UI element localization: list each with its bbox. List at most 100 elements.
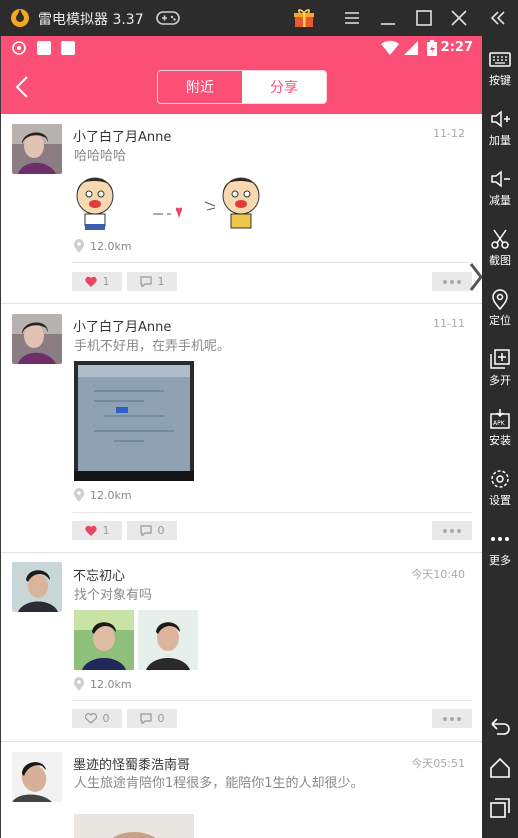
comment-button[interactable]: 1 — [127, 272, 177, 291]
sidebar-label: 安装 — [489, 434, 511, 447]
sidebar-item-volume-up[interactable]: 加量 — [482, 100, 518, 158]
settings-gear-icon — [491, 470, 509, 488]
post-location: 12.0km — [73, 677, 132, 691]
comment-bubble-icon — [139, 713, 152, 724]
sidebar-label: 定位 — [489, 314, 511, 327]
heart-filled-icon — [84, 276, 97, 287]
share-feed: 小了白了月Anne 11-12 哈哈哈哈 12.0km 1 1 小了白了月Ann… — [1, 114, 482, 838]
post-location: 12.0km — [73, 239, 132, 253]
like-button[interactable]: 1 — [72, 521, 122, 540]
post-text: 哈哈哈哈 — [74, 149, 127, 164]
signal-icon — [404, 41, 418, 55]
sidebar-label: 减量 — [489, 194, 511, 207]
volume-up-icon — [491, 110, 510, 128]
post-photo[interactable] — [74, 610, 134, 670]
post-date: 11-12 — [433, 127, 465, 140]
sidebar-item-multi-open[interactable]: 多开 — [482, 340, 518, 398]
notification-square-icon — [37, 41, 51, 55]
comment-count: 0 — [157, 524, 165, 537]
post-username[interactable]: 小了白了月Anne — [73, 126, 171, 145]
more-options-button[interactable] — [432, 272, 472, 291]
notification-app-icon — [12, 41, 26, 55]
post-text: 人生旅途肯陪你1程很多，能陪你1生的人却很少。 — [74, 776, 364, 791]
keyboard-icon — [489, 52, 511, 67]
sidebar-label: 设置 — [489, 494, 511, 507]
sidebar-label: 按键 — [489, 74, 511, 87]
side-panel-handle-icon[interactable] — [467, 262, 482, 292]
app-header: 附近 分享 — [1, 60, 482, 114]
post-photo[interactable] — [74, 814, 194, 838]
comment-button[interactable]: 0 — [127, 709, 177, 728]
sidebar-label: 截图 — [489, 254, 511, 267]
status-time: 2:27 — [440, 40, 473, 55]
post-photo[interactable] — [138, 610, 198, 670]
user-avatar[interactable] — [12, 124, 62, 174]
back-arrow-icon[interactable] — [13, 74, 33, 100]
location-pin-icon — [74, 239, 84, 253]
scissors-icon — [491, 229, 509, 249]
user-avatar[interactable] — [12, 314, 62, 364]
post-username[interactable]: 小了白了月Anne — [73, 316, 171, 335]
multi-open-icon — [490, 349, 510, 369]
user-avatar[interactable] — [12, 752, 62, 802]
feed-post: 不忘初心 今天10:40 找个对象有吗 12.0km 0 0 — [1, 553, 482, 742]
sticker-image[interactable] — [73, 172, 263, 232]
emulator-sidebar: 按键 加量 减量 截图 定位 多开 APK 安装 设置 更多 — [482, 36, 518, 838]
feed-post: 小了白了月Anne 11-12 哈哈哈哈 12.0km 1 1 — [1, 114, 482, 304]
android-statusbar: 2:27 — [1, 36, 482, 60]
post-divider — [72, 512, 472, 513]
sidebar-item-more[interactable]: 更多 — [482, 520, 518, 578]
sidebar-item-install-apk[interactable]: APK 安装 — [482, 400, 518, 458]
menu-icon[interactable] — [342, 8, 362, 28]
like-count: 0 — [102, 712, 110, 725]
tab-share[interactable]: 分享 — [242, 71, 326, 103]
post-username[interactable]: 墨迹的怪蜀黍浩南哥 — [73, 754, 190, 773]
post-username[interactable]: 不忘初心 — [73, 565, 125, 584]
gamepad-icon[interactable] — [156, 10, 180, 26]
sidebar-item-keymap[interactable]: 按键 — [482, 40, 518, 98]
comment-count: 1 — [157, 275, 165, 288]
feed-post: 墨迹的怪蜀黍浩南哥 今天05:51 人生旅途肯陪你1程很多，能陪你1生的人却很少… — [1, 742, 482, 838]
user-avatar[interactable] — [12, 562, 62, 612]
close-icon[interactable] — [449, 8, 469, 28]
more-options-button[interactable] — [432, 521, 472, 540]
sidebar-item-volume-down[interactable]: 减量 — [482, 160, 518, 218]
more-dots-icon — [491, 537, 509, 541]
sidebar-label: 加量 — [489, 134, 511, 147]
post-distance: 12.0km — [90, 239, 132, 253]
android-recents-icon[interactable] — [488, 796, 512, 820]
sidebar-item-location[interactable]: 定位 — [482, 280, 518, 338]
post-text: 手机不好用，在弄手机呢。 — [74, 339, 231, 354]
sidebar-item-screenshot[interactable]: 截图 — [482, 220, 518, 278]
segmented-tabs: 附近 分享 — [157, 70, 327, 104]
battery-charging-icon — [427, 40, 437, 56]
wifi-icon — [381, 40, 399, 55]
location-pin-icon — [74, 488, 84, 502]
post-date: 今天10:40 — [411, 568, 465, 581]
post-distance: 12.0km — [90, 677, 132, 691]
minimize-icon[interactable] — [378, 8, 398, 28]
tab-nearby[interactable]: 附近 — [158, 71, 242, 103]
android-back-icon[interactable] — [488, 714, 512, 738]
collapse-sidebar-icon[interactable] — [488, 8, 508, 28]
comment-button[interactable]: 0 — [127, 521, 177, 540]
android-home-icon[interactable] — [488, 756, 512, 780]
volume-down-icon — [491, 170, 510, 188]
post-location: 12.0km — [73, 488, 132, 502]
like-button[interactable]: 1 — [72, 272, 122, 291]
post-divider — [72, 700, 472, 701]
like-button[interactable]: 0 — [72, 709, 122, 728]
feed-post: 小了白了月Anne 11-11 手机不好用，在弄手机呢。 12.0km 1 0 — [1, 304, 482, 553]
post-date: 11-11 — [433, 317, 465, 330]
more-options-button[interactable] — [432, 709, 472, 728]
gift-icon[interactable] — [293, 7, 315, 29]
emulator-titlebar: 雷电模拟器 3.37 — [0, 0, 518, 36]
sidebar-item-settings[interactable]: 设置 — [482, 460, 518, 518]
post-photo[interactable] — [74, 361, 194, 481]
post-text: 找个对象有吗 — [74, 588, 153, 603]
phone-screen: 2:27 附近 分享 小了白了月Anne 11-12 哈哈哈哈 12.0km 1… — [0, 36, 482, 838]
like-count: 1 — [102, 524, 110, 537]
maximize-icon[interactable] — [414, 8, 434, 28]
emulator-title: 雷电模拟器 3.37 — [38, 12, 144, 28]
sidebar-label: 多开 — [489, 374, 511, 387]
